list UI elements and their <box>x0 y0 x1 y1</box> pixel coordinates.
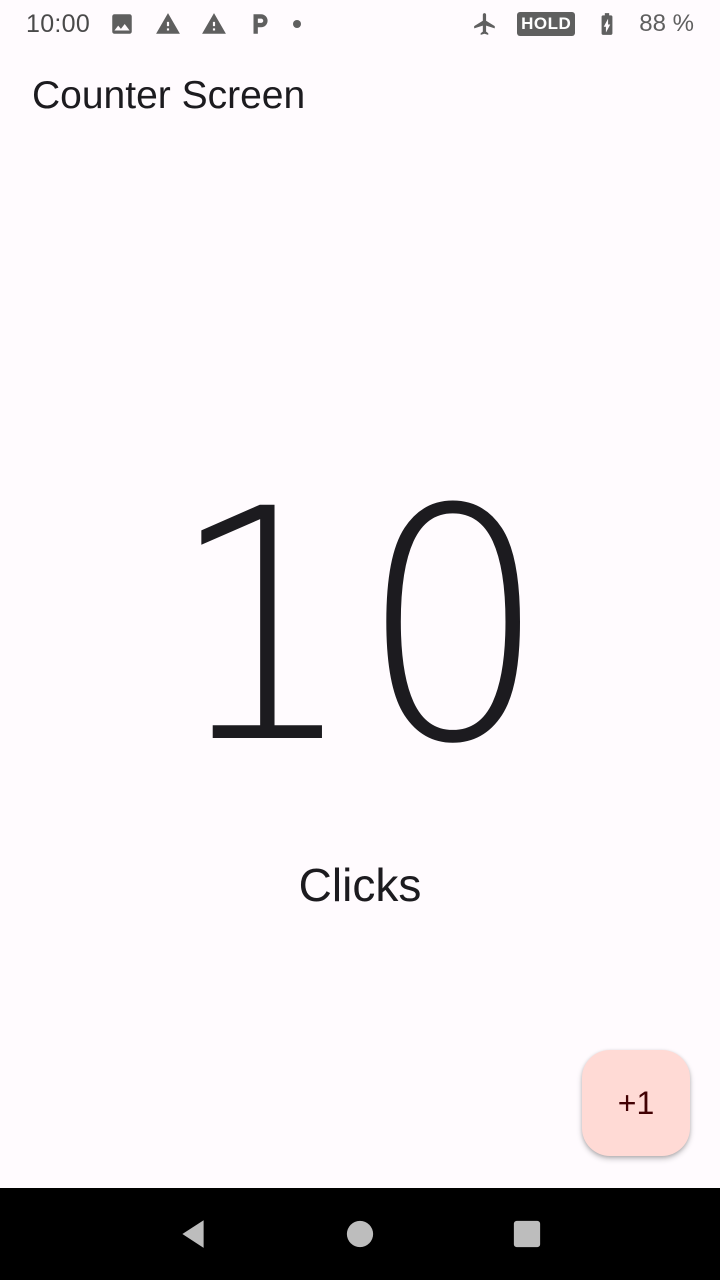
image-icon <box>108 10 136 38</box>
increment-button[interactable]: +1 <box>582 1050 690 1156</box>
notification-dot-icon <box>292 19 302 29</box>
status-bar-left: 10:00 <box>26 10 302 39</box>
home-icon[interactable] <box>330 1204 390 1264</box>
airplane-mode-icon <box>471 10 499 38</box>
page-title: Counter Screen <box>32 74 306 117</box>
status-bar: 10:00 HOLD 88 % <box>0 0 720 48</box>
status-clock: 10:00 <box>26 9 91 38</box>
battery-percent: 88 % <box>639 10 694 37</box>
warning-icon <box>154 10 182 38</box>
counter-label: Clicks <box>298 859 422 911</box>
status-bar-right: HOLD 88 % <box>471 10 694 38</box>
battery-charging-icon <box>593 10 621 38</box>
counter-value: 10 <box>169 442 551 814</box>
parking-icon <box>246 10 274 38</box>
warning-icon <box>200 10 228 38</box>
back-icon[interactable] <box>163 1204 223 1264</box>
system-navigation-bar <box>0 1188 720 1280</box>
counter-screen: 10:00 HOLD 88 % Counter Screen 10 Clicks… <box>0 0 720 1280</box>
hold-badge: HOLD <box>517 12 576 36</box>
recents-icon[interactable] <box>497 1204 557 1264</box>
